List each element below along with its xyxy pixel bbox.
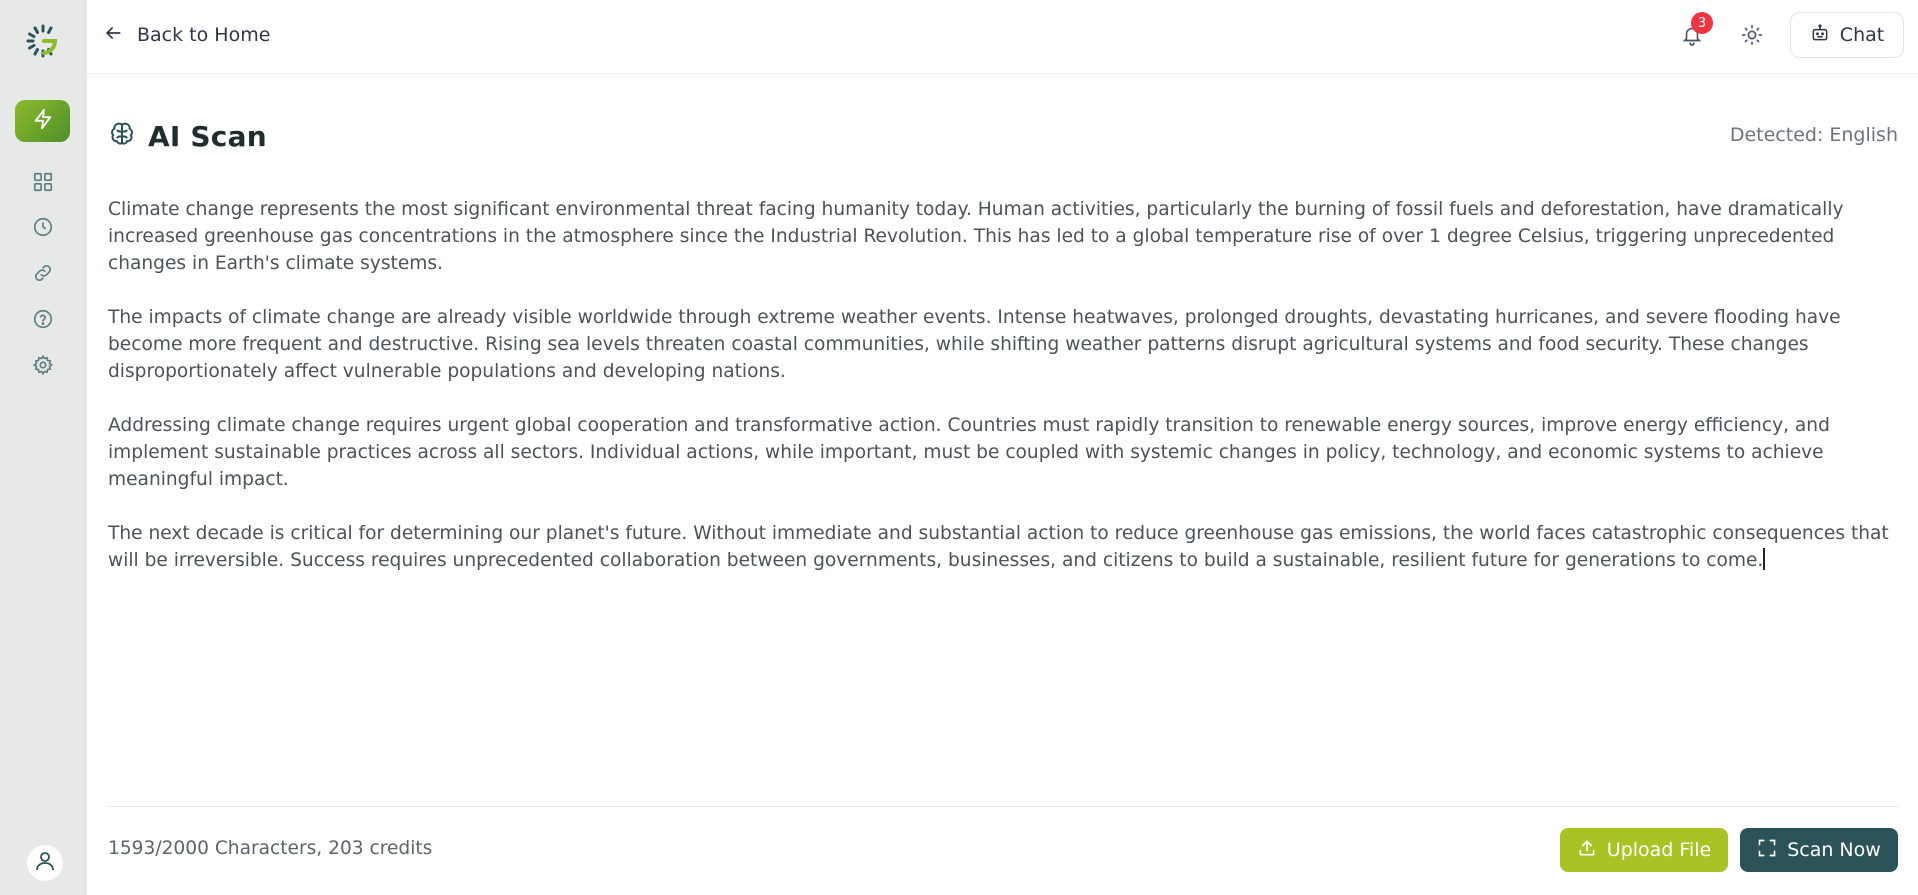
top-bar: Back to Home 3 Chat xyxy=(87,0,1918,74)
help-icon xyxy=(32,308,54,334)
user-avatar[interactable] xyxy=(27,845,63,881)
sidebar-item-dashboard[interactable] xyxy=(28,169,58,199)
user-icon xyxy=(33,849,57,877)
chat-label: Chat xyxy=(1839,24,1885,46)
upload-icon xyxy=(1577,838,1597,863)
editor-paragraph: Addressing climate change requires urgen… xyxy=(108,415,1830,490)
sidebar xyxy=(0,0,87,895)
link-icon xyxy=(32,262,54,288)
sidebar-item-scan[interactable] xyxy=(15,100,70,142)
text-caret xyxy=(1763,548,1766,570)
page-title: AI Scan xyxy=(148,119,267,153)
text-editor[interactable]: Climate change represents the most signi… xyxy=(108,196,1898,786)
app-logo-icon[interactable] xyxy=(24,22,62,60)
editor-paragraph: Climate change represents the most signi… xyxy=(108,199,1844,274)
upload-file-label: Upload File xyxy=(1606,839,1712,861)
back-label: Back to Home xyxy=(137,24,271,46)
editor-paragraph-last: The next decade is critical for determin… xyxy=(108,520,1898,574)
sidebar-item-links[interactable] xyxy=(28,260,58,290)
sidebar-item-settings[interactable] xyxy=(28,352,58,382)
arrow-left-icon xyxy=(103,23,123,47)
editor-paragraph: The impacts of climate change are alread… xyxy=(108,307,1841,382)
editor-paragraph-text: The next decade is critical for determin… xyxy=(108,523,1889,571)
footer-divider xyxy=(108,806,1898,807)
detected-language: Detected: English xyxy=(1729,124,1898,146)
scan-now-button[interactable]: Scan Now xyxy=(1740,828,1898,872)
scan-now-label: Scan Now xyxy=(1787,839,1881,861)
sidebar-item-history[interactable] xyxy=(28,214,58,244)
chat-button[interactable]: Chat xyxy=(1790,12,1904,58)
page-header: AI Scan xyxy=(108,118,267,154)
upload-file-button[interactable]: Upload File xyxy=(1560,828,1728,872)
scan-frame-icon xyxy=(1757,838,1777,863)
sidebar-item-help[interactable] xyxy=(28,306,58,336)
gear-icon xyxy=(32,354,54,380)
theme-toggle-button[interactable] xyxy=(1737,22,1767,52)
grid-icon xyxy=(32,171,54,197)
notification-count-badge: 3 xyxy=(1691,12,1713,34)
bot-icon xyxy=(1810,23,1830,47)
back-to-home-link[interactable]: Back to Home xyxy=(103,22,270,48)
brain-icon xyxy=(108,120,136,152)
character-credit-count: 1593/2000 Characters, 203 credits xyxy=(108,838,433,859)
sun-icon xyxy=(1741,24,1763,50)
clock-icon xyxy=(32,216,54,242)
lightning-icon xyxy=(32,108,54,134)
